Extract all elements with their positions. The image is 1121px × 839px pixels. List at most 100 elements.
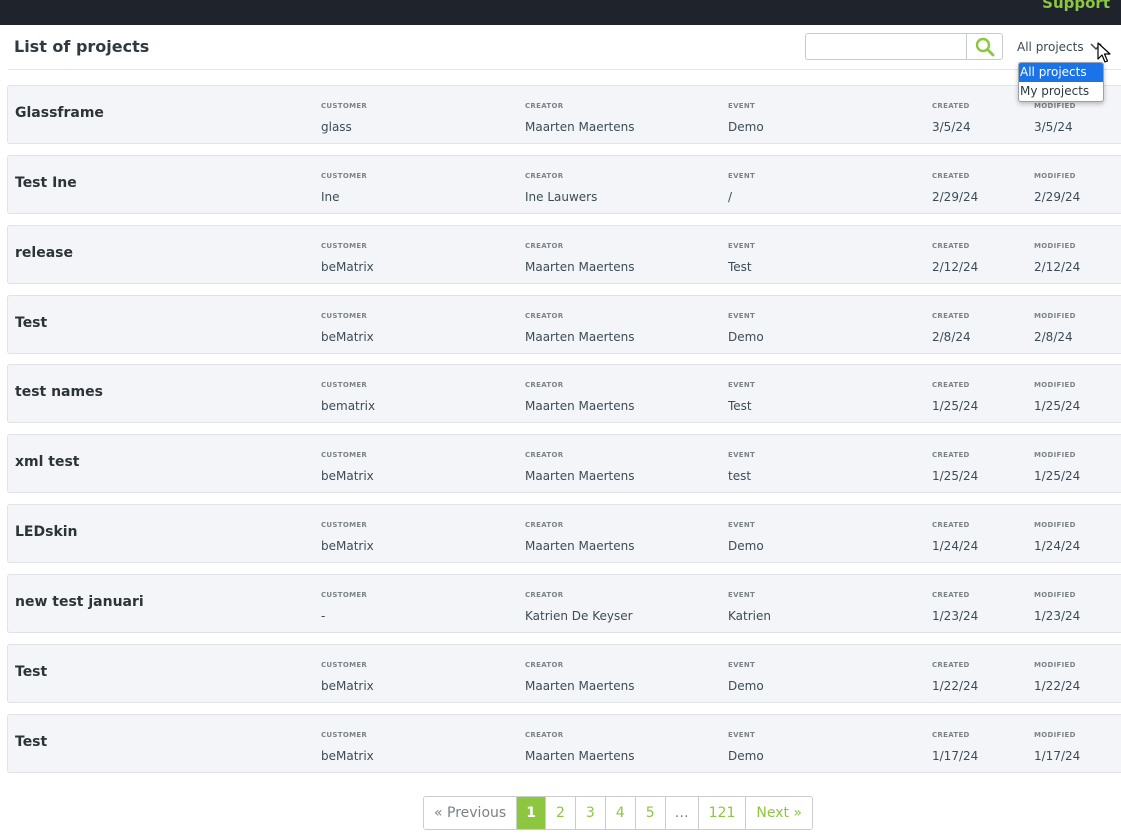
mouse-cursor-icon xyxy=(1097,42,1111,63)
next-page-button[interactable]: Next » xyxy=(745,797,812,829)
page-button-3[interactable]: 3 xyxy=(574,797,605,829)
modified-label: MODIFIED xyxy=(1034,660,1076,669)
modified-label: MODIFIED xyxy=(1034,102,1076,110)
customer-label: CUSTOMER xyxy=(321,590,368,599)
project-name[interactable]: Test xyxy=(15,664,47,680)
creator-value: Katrien De Keyser xyxy=(525,608,633,623)
project-name[interactable]: test names xyxy=(15,384,103,400)
event-label: EVENT xyxy=(728,590,756,599)
creator-value: Maarten Maertens xyxy=(525,399,635,414)
filter-option-my-projects[interactable]: My projects xyxy=(1019,82,1103,101)
customer-value: beMatrix xyxy=(321,678,374,693)
created-label: CREATED xyxy=(932,521,970,530)
customer-value: beMatrix xyxy=(321,469,374,484)
customer-value: beMatrix xyxy=(321,259,374,274)
page-button-121[interactable]: 121 xyxy=(697,797,746,829)
event-value: Demo xyxy=(728,539,764,554)
customer-value: bematrix xyxy=(321,399,376,414)
created-value: 3/5/24 xyxy=(932,120,971,134)
project-row[interactable]: new test januari CUSTOMER - CREATOR Katrie… xyxy=(7,573,1121,633)
project-name[interactable]: release xyxy=(15,245,73,261)
creator-value: Maarten Maertens xyxy=(525,329,635,344)
search-input[interactable] xyxy=(805,33,967,60)
event-label: EVENT xyxy=(728,171,756,180)
customer-label: CUSTOMER xyxy=(321,730,368,739)
search-button[interactable] xyxy=(966,33,1003,60)
project-name[interactable]: Test Ine xyxy=(15,175,77,191)
page-button-4[interactable]: 4 xyxy=(604,797,635,829)
created-value: 1/23/24 xyxy=(932,608,979,623)
event-value: Demo xyxy=(728,329,764,344)
creator-label: CREATOR xyxy=(525,241,564,250)
project-row[interactable]: Glassframe CUSTOMER glass CREATOR Maarten … xyxy=(7,85,1121,144)
list-header: List of projects All projects xyxy=(0,25,1121,70)
project-row[interactable]: Test Ine CUSTOMER Ine CREATOR Ine Lauwers … xyxy=(7,154,1121,214)
event-value: Katrien xyxy=(728,608,771,623)
project-name[interactable]: Test xyxy=(15,315,47,331)
page-button-1[interactable]: 1 xyxy=(516,797,545,829)
customer-label: CUSTOMER xyxy=(321,660,368,669)
project-row[interactable]: release CUSTOMER beMatrix CREATOR Maarten … xyxy=(7,224,1121,284)
modified-value: 1/22/24 xyxy=(1034,678,1081,693)
creator-label: CREATOR xyxy=(525,730,564,739)
creator-label: CREATOR xyxy=(525,521,564,530)
modified-value: 1/23/24 xyxy=(1034,608,1081,623)
project-row[interactable]: Test CUSTOMER beMatrix CREATOR Maarten Mae… xyxy=(7,713,1121,773)
modified-label: MODIFIED xyxy=(1034,451,1076,460)
created-label: CREATED xyxy=(932,451,970,460)
customer-label: CUSTOMER xyxy=(321,311,368,320)
header-divider xyxy=(8,69,1121,70)
created-value: 2/29/24 xyxy=(932,189,979,204)
modified-value: 1/25/24 xyxy=(1034,469,1081,484)
customer-label: CUSTOMER xyxy=(321,521,368,530)
created-value: 1/24/24 xyxy=(932,539,979,554)
creator-value: Maarten Maertens xyxy=(525,678,635,693)
project-name[interactable]: Test xyxy=(15,734,47,750)
project-name[interactable]: xml test xyxy=(15,454,80,470)
event-label: EVENT xyxy=(728,102,756,110)
customer-value: beMatrix xyxy=(321,748,374,763)
created-label: CREATED xyxy=(932,730,970,739)
modified-label: MODIFIED xyxy=(1034,381,1076,390)
event-label: EVENT xyxy=(728,311,756,320)
project-row[interactable]: test names CUSTOMER bematrix CREATOR Maart… xyxy=(7,364,1121,424)
page-title: List of projects xyxy=(14,37,150,56)
creator-label: CREATOR xyxy=(525,381,564,390)
event-label: EVENT xyxy=(728,521,756,530)
project-name[interactable]: new test januari xyxy=(15,594,144,610)
customer-value: Ine xyxy=(321,189,340,204)
event-value: / xyxy=(728,189,733,204)
project-filter-select[interactable]: All projects xyxy=(1017,38,1102,56)
top-navigation-bar: Support xyxy=(0,0,1121,25)
customer-value: beMatrix xyxy=(321,539,374,554)
created-label: CREATED xyxy=(932,241,970,250)
created-label: CREATED xyxy=(932,171,970,180)
created-label: CREATED xyxy=(932,311,970,320)
creator-label: CREATOR xyxy=(525,590,564,599)
created-label: CREATED xyxy=(932,590,970,599)
creator-value: Maarten Maertens xyxy=(525,120,635,134)
created-value: 1/22/24 xyxy=(932,678,979,693)
event-label: EVENT xyxy=(728,730,756,739)
project-name[interactable]: LEDskin xyxy=(15,524,78,540)
previous-page-button[interactable]: « Previous xyxy=(424,797,517,829)
customer-value: beMatrix xyxy=(321,329,374,344)
creator-label: CREATOR xyxy=(525,102,564,110)
project-row[interactable]: LEDskin CUSTOMER beMatrix CREATOR Maarten … xyxy=(7,504,1121,564)
project-row[interactable]: Test CUSTOMER beMatrix CREATOR Maarten Mae… xyxy=(7,294,1121,354)
event-value: Test xyxy=(728,399,752,414)
filter-option-all-projects[interactable]: All projects xyxy=(1019,63,1103,82)
page-button-5[interactable]: 5 xyxy=(634,797,665,829)
customer-label: CUSTOMER xyxy=(321,381,368,390)
project-name[interactable]: Glassframe xyxy=(15,105,104,121)
modified-value: 2/8/24 xyxy=(1034,329,1073,344)
support-link[interactable]: Support xyxy=(1042,0,1110,12)
customer-label: CUSTOMER xyxy=(321,241,368,250)
created-label: CREATED xyxy=(932,660,970,669)
project-row[interactable]: Test CUSTOMER beMatrix CREATOR Maarten Mae… xyxy=(7,643,1121,703)
page-button-2[interactable]: 2 xyxy=(544,797,575,829)
event-label: EVENT xyxy=(728,660,756,669)
project-row[interactable]: xml test CUSTOMER beMatrix CREATOR Maarten… xyxy=(7,434,1121,494)
customer-value: - xyxy=(321,608,326,623)
created-value: 1/25/24 xyxy=(932,469,979,484)
